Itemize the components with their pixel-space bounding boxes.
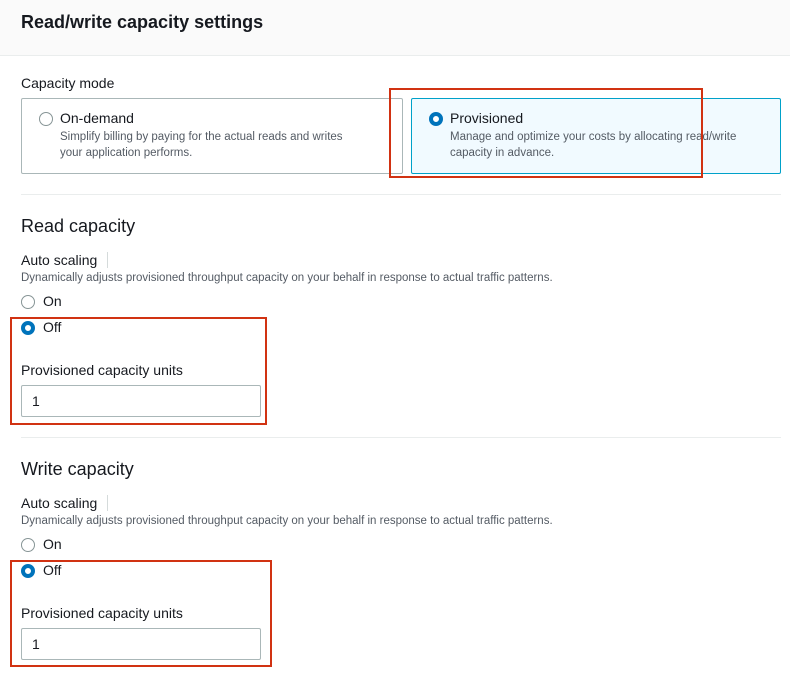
write-units-label: Provisioned capacity units: [21, 605, 183, 621]
write-info-separator: [107, 495, 108, 511]
on-demand-desc-line1: Simplify billing by paying for the actua…: [60, 131, 343, 143]
read-units-label: Provisioned capacity units: [21, 362, 183, 378]
write-auto-scaling-label: Auto scaling: [21, 495, 98, 511]
read-auto-scaling-on-radio[interactable]: [21, 295, 35, 309]
write-auto-scaling-on-label[interactable]: On: [43, 536, 62, 552]
provisioned-desc-line1: Manage and optimize your costs by alloca…: [450, 131, 737, 143]
read-capacity-title: Read capacity: [21, 216, 136, 236]
panel-title: Read/write capacity settings: [21, 12, 264, 32]
provisioned-title: Provisioned: [450, 110, 524, 126]
on-demand-desc-line2: your application performs.: [60, 147, 193, 159]
read-auto-scaling-description: Dynamically adjusts provisioned throughp…: [21, 272, 553, 284]
capacity-mode-label: Capacity mode: [21, 75, 115, 91]
provisioned-radio[interactable]: [429, 112, 443, 126]
on-demand-title: On-demand: [60, 110, 134, 126]
write-capacity-title: Write capacity: [21, 459, 134, 479]
read-auto-scaling-label: Auto scaling: [21, 252, 98, 268]
on-demand-radio[interactable]: [39, 112, 53, 126]
read-auto-scaling-on-label[interactable]: On: [43, 293, 62, 309]
provisioned-tile[interactable]: Provisioned Manage and optimize your cos…: [411, 98, 781, 174]
provisioned-desc-line2: capacity in advance.: [450, 147, 555, 159]
provisioned-description: Manage and optimize your costs by alloca…: [450, 129, 736, 161]
write-auto-scaling-description: Dynamically adjusts provisioned throughp…: [21, 515, 553, 527]
read-auto-scaling-off-radio[interactable]: [21, 321, 35, 335]
write-auto-scaling-off-radio[interactable]: [21, 564, 35, 578]
write-auto-scaling-on-radio[interactable]: [21, 538, 35, 552]
section-divider: [21, 194, 781, 195]
section-divider: [21, 437, 781, 438]
on-demand-description: Simplify billing by paying for the actua…: [60, 129, 343, 161]
panel-header: Read/write capacity settings: [0, 0, 790, 56]
read-info-separator: [107, 252, 108, 268]
read-units-input[interactable]: [21, 385, 261, 417]
read-auto-scaling-off-label[interactable]: Off: [43, 319, 61, 335]
on-demand-tile[interactable]: On-demand Simplify billing by paying for…: [21, 98, 403, 174]
write-units-input[interactable]: [21, 628, 261, 660]
write-auto-scaling-off-label[interactable]: Off: [43, 562, 61, 578]
